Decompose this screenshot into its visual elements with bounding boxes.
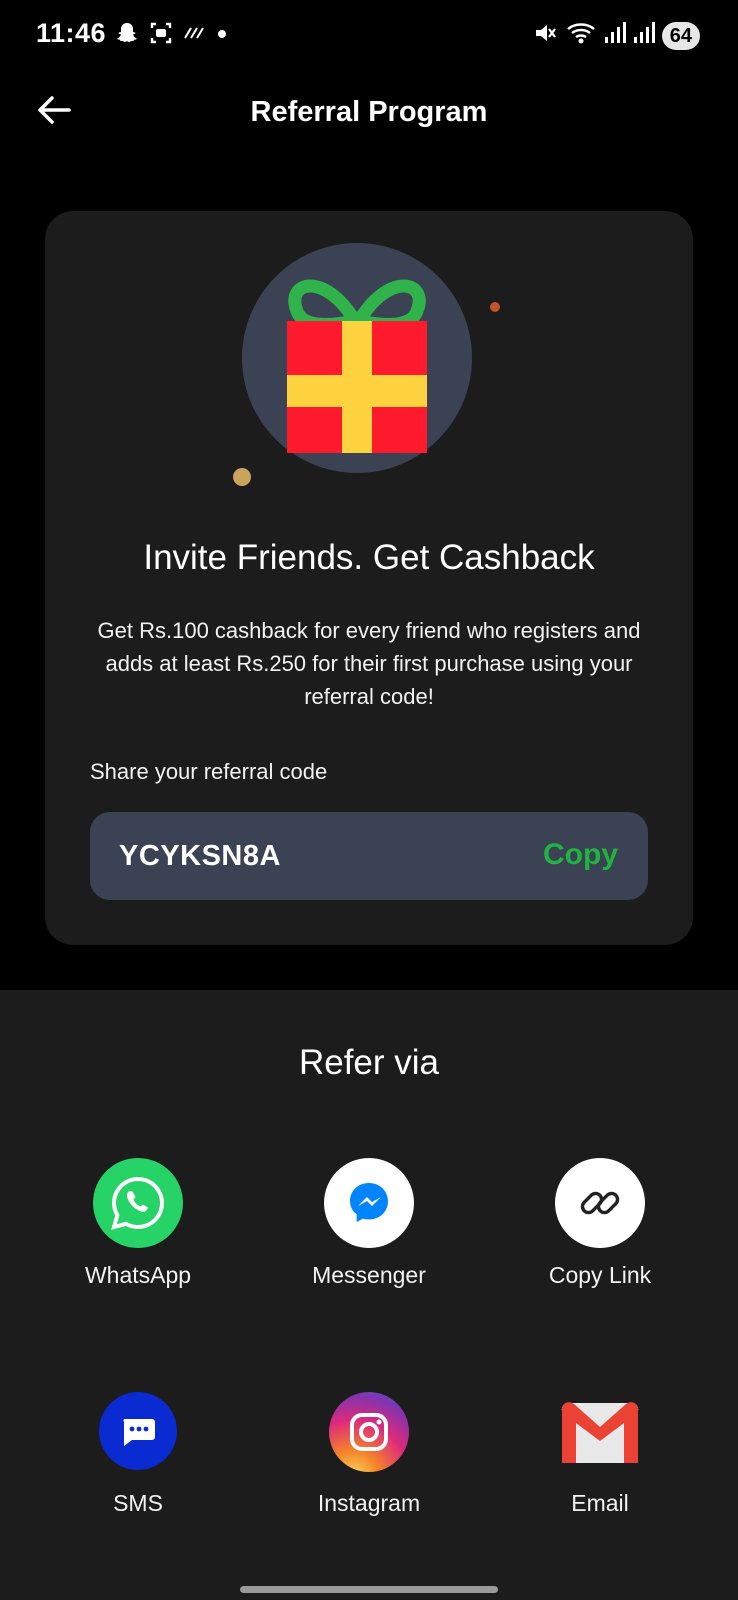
home-indicator[interactable]: [240, 1586, 498, 1593]
card-title: Invite Friends. Get Cashback: [143, 538, 595, 577]
instagram-icon: [329, 1392, 409, 1472]
wifi-icon: [565, 20, 597, 51]
screenshot-icon: [148, 20, 174, 51]
snapchat-icon: [114, 20, 140, 51]
status-time: 11:46: [36, 18, 107, 48]
gift-illustration: [215, 241, 515, 508]
share-email[interactable]: Email: [500, 1392, 700, 1517]
share-code-label: Share your referral code: [90, 759, 328, 784]
status-bar: 11:46 64: [0, 0, 738, 70]
share-label: Copy Link: [548, 1262, 652, 1288]
share-label: Instagram: [317, 1490, 421, 1516]
gift-icon: [215, 243, 515, 508]
referral-card: Invite Friends. Get Cashback Get Rs.100 …: [45, 211, 693, 945]
status-right-icons: 64: [532, 20, 700, 51]
referral-code: YCYKSN8A: [119, 840, 281, 872]
link-icon: [555, 1158, 645, 1248]
mute-icon: [532, 20, 558, 51]
share-label: Messenger: [312, 1262, 426, 1288]
signal-icon: [604, 21, 626, 50]
whatsapp-icon: [93, 1158, 183, 1248]
messenger-icon: [324, 1158, 414, 1248]
copy-code-button[interactable]: Copy: [543, 838, 618, 872]
battery-indicator: 64: [661, 21, 700, 50]
nfc-icon: [182, 23, 208, 48]
signal-icon: [633, 21, 655, 50]
referral-code-box: YCYKSN8A Copy: [90, 812, 648, 900]
share-copy-link[interactable]: Copy Link: [500, 1158, 700, 1289]
share-label: SMS: [113, 1490, 163, 1516]
share-messenger[interactable]: Messenger: [269, 1158, 469, 1289]
share-sms[interactable]: SMS: [38, 1392, 238, 1517]
share-options: WhatsApp Messenger Copy Link SMS Instagr: [0, 990, 738, 1600]
sms-icon: [99, 1392, 177, 1470]
share-whatsapp[interactable]: WhatsApp: [38, 1158, 238, 1289]
share-instagram[interactable]: Instagram: [269, 1392, 469, 1517]
gmail-icon: [558, 1392, 642, 1472]
share-label: WhatsApp: [84, 1262, 192, 1288]
status-left-icons: [114, 20, 228, 51]
page-title: Referral Program: [250, 96, 488, 128]
share-label: Email: [571, 1490, 629, 1516]
app-bar: Referral Program: [0, 70, 738, 165]
dot-icon: [216, 27, 228, 45]
refer-via-sheet: Refer via WhatsApp Messenger Copy Link S…: [0, 990, 738, 1600]
card-description: Get Rs.100 cashback for every friend who…: [97, 618, 641, 709]
